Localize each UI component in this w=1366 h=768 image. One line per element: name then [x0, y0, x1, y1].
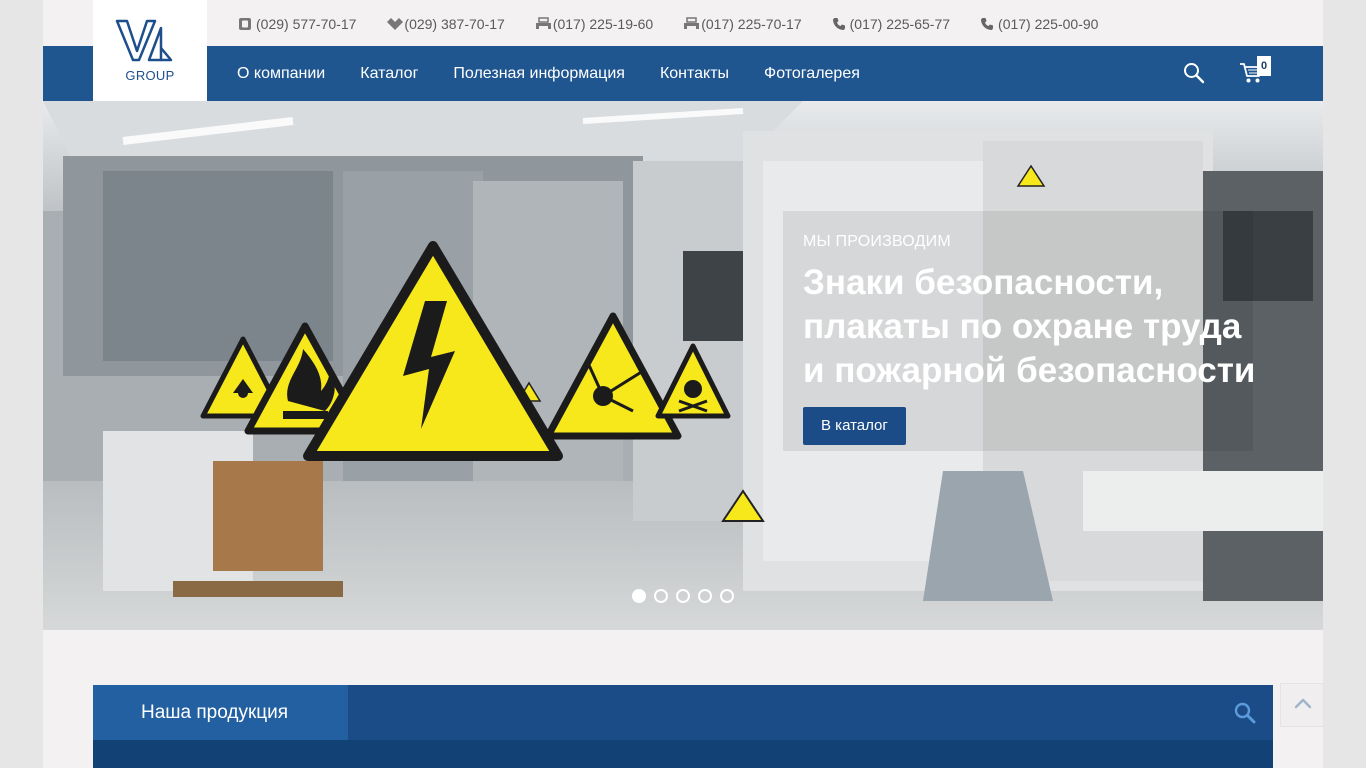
nav-menu: О компании Каталог Полезная информация К…	[237, 46, 895, 101]
phone-icon	[980, 17, 995, 31]
hero-subtitle: Мы производим	[803, 233, 951, 250]
slider-dot-1[interactable]	[632, 589, 646, 603]
products-section: Наша продукция	[93, 685, 1273, 768]
hero-title: Знаки безопасности, плакаты по охране тр…	[803, 261, 1273, 393]
contact-phone-2[interactable]: (029) 387-70-17	[386, 16, 505, 32]
logo-mark-icon	[115, 19, 173, 62]
slider-dot-5[interactable]	[720, 589, 734, 603]
contact-phone-1[interactable]: (029) 577-70-17	[238, 16, 356, 32]
hero-title-line-1: Знаки безопасности,	[803, 263, 1164, 302]
site-logo[interactable]: GROUP	[93, 0, 207, 101]
hero-title-line-2: плакаты по охране труда	[803, 307, 1242, 346]
contact-phone-number: (029) 577-70-17	[256, 16, 357, 32]
logo-text: GROUP	[125, 68, 175, 83]
slider-dot-3[interactable]	[676, 589, 690, 603]
contact-phone-number: (017) 225-19-60	[552, 16, 654, 32]
a1-mobile-icon	[238, 17, 253, 31]
tab-our-products[interactable]: Наша продукция	[93, 685, 348, 740]
slider-dot-2[interactable]	[654, 589, 668, 603]
nav-item-contacts[interactable]: Контакты	[660, 65, 729, 83]
products-header: Наша продукция	[93, 685, 1273, 740]
nav-item-about[interactable]: О компании	[237, 65, 325, 83]
contact-phone-6[interactable]: (017) 225-00-90	[980, 16, 1098, 32]
page: (029) 577-70-17 (029) 387-70-17 (017) 22…	[43, 0, 1323, 768]
slider-dot-4[interactable]	[698, 589, 712, 603]
scroll-to-top-button[interactable]	[1280, 683, 1324, 727]
contact-phone-3[interactable]: (017) 225-19-60	[535, 16, 653, 32]
hero-slider: Мы производим Знаки безопасности, плакат…	[43, 101, 1323, 630]
contact-phone-4[interactable]: (017) 225-70-17	[683, 16, 802, 32]
mts-mobile-icon	[386, 17, 404, 31]
top-contact-bar: (029) 577-70-17 (029) 387-70-17 (017) 22…	[43, 0, 1323, 46]
contact-phone-number: (017) 225-65-77	[849, 16, 951, 32]
products-search-icon[interactable]	[1233, 701, 1257, 725]
fax-icon	[535, 17, 551, 31]
main-navigation: О компании Каталог Полезная информация К…	[43, 46, 1323, 101]
cart-count-badge: 0	[1257, 56, 1271, 76]
chevron-up-icon	[1294, 698, 1312, 709]
phone-icon	[832, 17, 847, 31]
nav-item-useful-info[interactable]: Полезная информация	[453, 65, 625, 83]
catalog-button[interactable]: В каталог	[803, 407, 906, 445]
nav-item-catalog[interactable]: Каталог	[360, 65, 418, 83]
contact-phone-number: (017) 225-70-17	[701, 16, 802, 32]
search-icon[interactable]	[1183, 62, 1205, 84]
hero-title-line-3: и пожарной безопасности	[803, 351, 1256, 390]
slider-pagination	[632, 589, 742, 603]
fax-icon	[683, 17, 700, 31]
nav-item-gallery[interactable]: Фотогалерея	[764, 65, 860, 83]
phone-list: (029) 577-70-17 (029) 387-70-17 (017) 22…	[238, 16, 1128, 32]
contact-phone-number: (017) 225-00-90	[998, 16, 1099, 32]
contact-phone-5[interactable]: (017) 225-65-77	[832, 16, 950, 32]
contact-phone-number: (029) 387-70-17	[404, 16, 505, 32]
